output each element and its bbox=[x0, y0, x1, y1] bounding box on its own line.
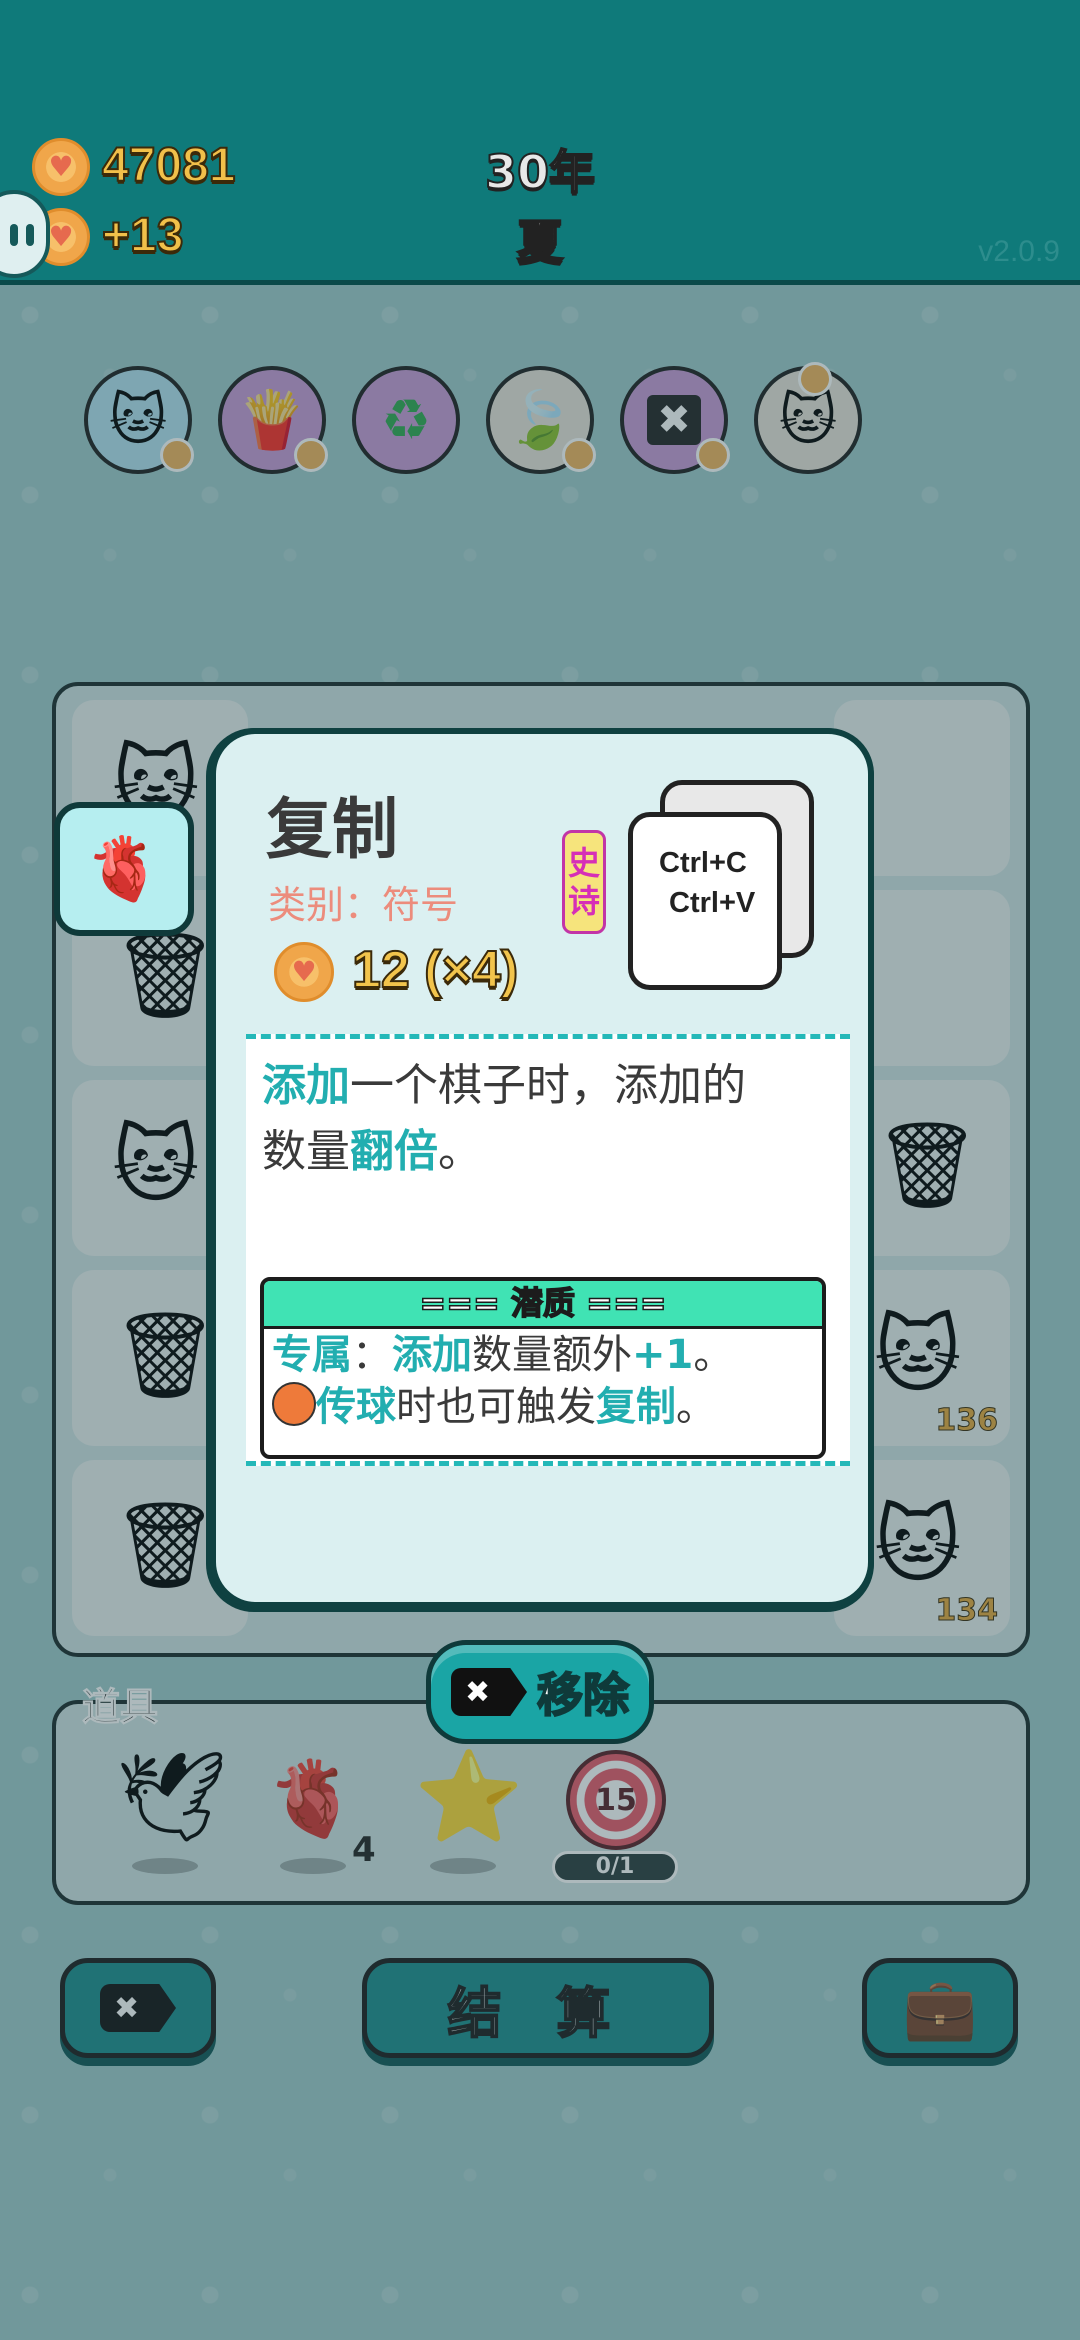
keyword-add: 添加 bbox=[262, 1060, 350, 1111]
remove-button[interactable]: ✖ 移除 bbox=[426, 1640, 654, 1744]
pause-button[interactable] bbox=[0, 190, 50, 278]
key-card-front: Ctrl+C Ctrl+V bbox=[628, 812, 782, 990]
potential-title: === 潜质 === bbox=[264, 1281, 822, 1329]
potential-fragment: 数量额外 bbox=[472, 1332, 632, 1378]
potential-box: === 潜质 === 专属：添加数量额外+1。 传球时也可触发复制。 bbox=[260, 1277, 826, 1459]
symbol-card: 复制 类别：符号 史 诗 Ctrl+C Ctrl+V 12 (×4) 添加一个棋… bbox=[210, 728, 874, 1608]
potential-line-1: 专属：添加数量额外+1。 bbox=[264, 1329, 822, 1381]
desc-fragment: 数量 bbox=[262, 1126, 350, 1177]
year-label: 30年 bbox=[484, 144, 596, 200]
key-line-copy: Ctrl+C bbox=[659, 847, 747, 879]
rarity-tag: 史 诗 bbox=[562, 830, 606, 934]
key-line-paste: Ctrl+V bbox=[669, 887, 756, 919]
keyword-add: 添加 bbox=[392, 1332, 472, 1378]
potential-fragment: 。 bbox=[693, 1332, 734, 1378]
price-coin-icon bbox=[274, 942, 334, 1002]
keyword-copy: 复制 bbox=[596, 1384, 676, 1430]
income-value: +13 bbox=[101, 208, 184, 263]
rarity-char: 史 bbox=[567, 844, 600, 882]
card-description: 添加一个棋子时，添加的 数量翻倍。 === 潜质 === 专属：添加数量额外+1… bbox=[246, 1034, 850, 1466]
delete-tag-icon: ✖ bbox=[451, 1668, 527, 1716]
rarity-char: 诗 bbox=[567, 882, 600, 920]
selected-item-tab[interactable]: 🫀 bbox=[54, 802, 194, 936]
desc-fragment: 一个棋子时，添加的 bbox=[350, 1060, 746, 1111]
card-title: 复制 bbox=[266, 791, 398, 868]
top-bar: 47081 +13 30年 夏 v2.0.9 bbox=[0, 0, 1080, 285]
potential-fragment: 。 bbox=[676, 1384, 716, 1430]
remove-label: 移除 bbox=[536, 1667, 630, 1723]
card-price: 12 (×4) bbox=[351, 940, 519, 1000]
desc-fragment: 。 bbox=[438, 1126, 482, 1177]
keyword-pass: 传球 bbox=[316, 1384, 396, 1430]
potential-fragment: 时也可触发 bbox=[396, 1384, 596, 1430]
keyword-plus-one: +1 bbox=[632, 1332, 694, 1378]
keyword-exclusive: 专属 bbox=[272, 1332, 352, 1378]
basketball-icon bbox=[272, 1382, 316, 1426]
description-text: 添加一个棋子时，添加的 数量翻倍。 bbox=[262, 1053, 842, 1185]
liver-icon: 🫀 bbox=[85, 832, 163, 905]
potential-fragment: ： bbox=[352, 1332, 392, 1378]
version-label: v2.0.9 bbox=[978, 235, 1060, 268]
potential-line-2: 传球时也可触发复制。 bbox=[264, 1381, 822, 1433]
keyword-double: 翻倍 bbox=[350, 1126, 438, 1177]
season-label: 夏 bbox=[516, 214, 564, 270]
coin-icon bbox=[32, 138, 90, 196]
coin-count: 47081 bbox=[101, 138, 236, 193]
card-category: 类别：符号 bbox=[268, 883, 459, 927]
